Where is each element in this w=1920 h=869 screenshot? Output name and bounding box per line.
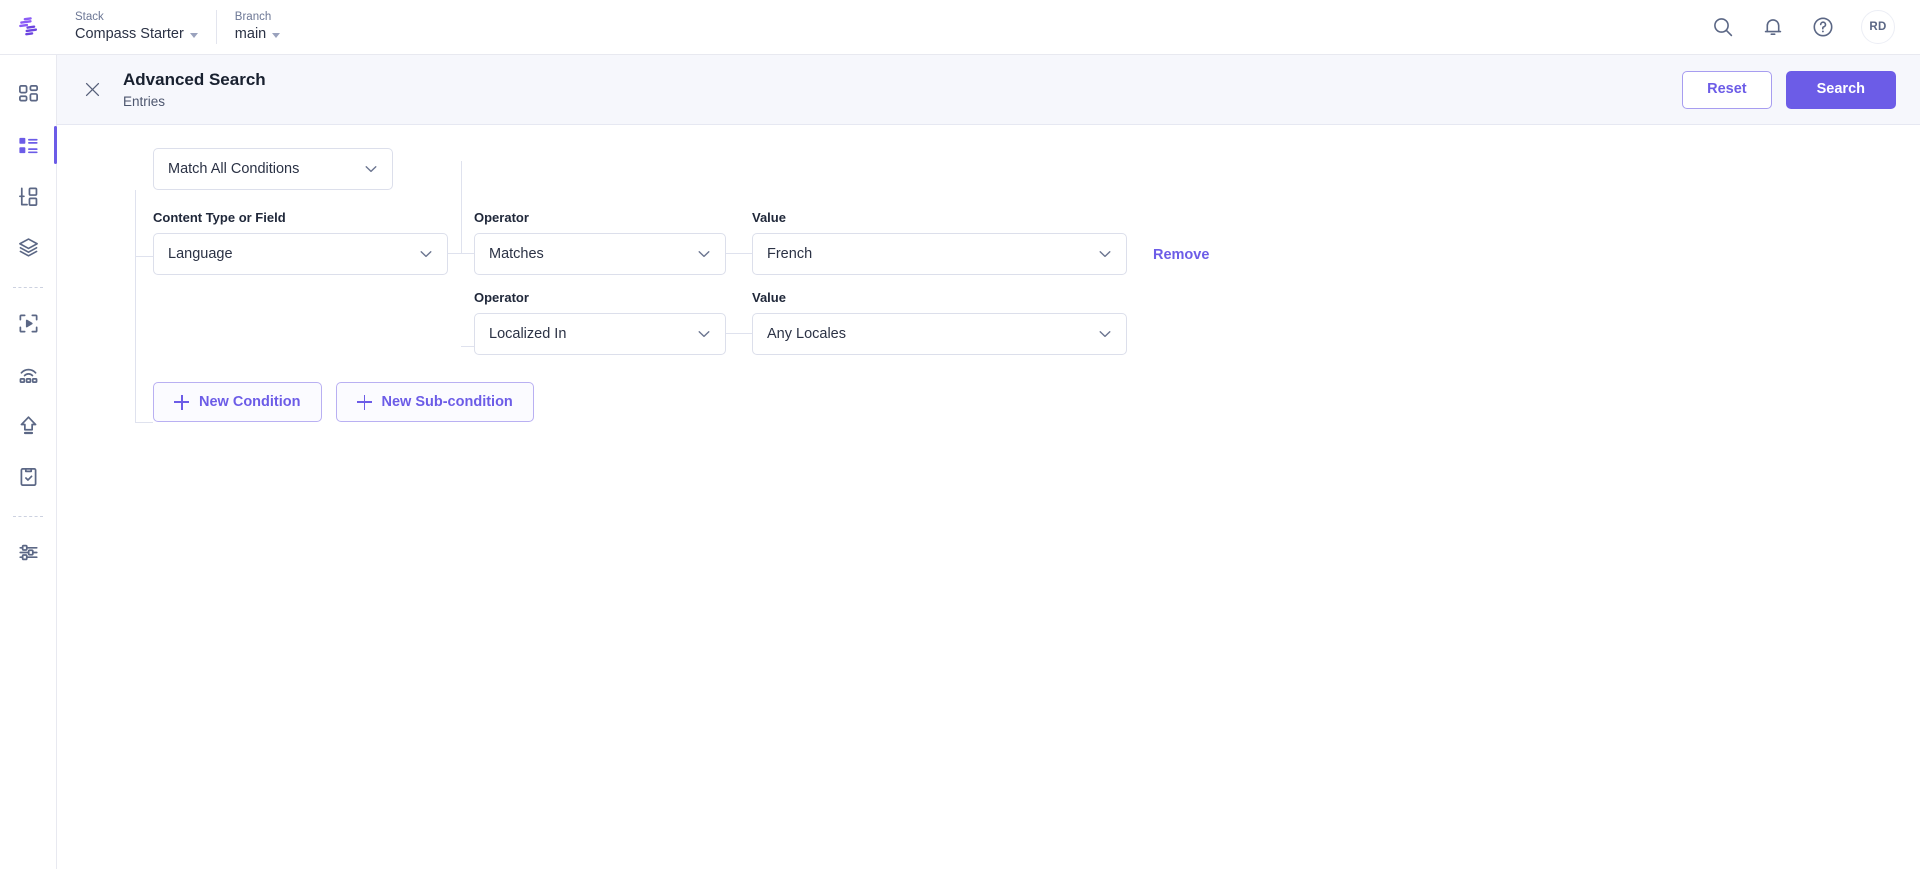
page-title: Advanced Search [123,70,266,89]
new-condition-button[interactable]: New Condition [153,382,322,422]
content-type-or-field-label: Content Type or Field [153,210,286,225]
value-2: Any Locales [767,326,846,342]
value-select-2[interactable]: Any Locales [752,313,1127,355]
layers-stack-icon [18,238,38,257]
builder-actions: New Condition New Sub-condition [153,382,1920,422]
breadcrumb-branch[interactable]: Branch main [215,10,298,44]
avatar-initials: RD [1869,21,1887,33]
remove-condition-button[interactable]: Remove [1153,247,1209,275]
tree-spine [135,190,136,422]
avatar[interactable]: RD [1861,10,1895,44]
chevron-down-icon [1099,251,1111,258]
breadcrumb-stack[interactable]: Stack Compass Starter [57,10,216,44]
content-type-or-field-value: Language [168,246,233,262]
sidebar-item-entries[interactable] [0,120,57,171]
contentstack-logo[interactable] [0,0,57,55]
operator-select-1[interactable]: Matches [474,233,726,275]
bell-icon[interactable] [1761,15,1785,39]
sidebar-item-publish-queue[interactable] [0,400,57,451]
content-type-or-field-group: Content Type or Field Language [153,210,448,275]
clipboard-check-icon [20,467,36,486]
value-group-2: Value Any Locales [752,290,1127,355]
chevron-down-icon [420,251,432,258]
operator-group-2: Operator Localized In [474,290,726,355]
new-sub-condition-button[interactable]: New Sub-condition [335,382,534,422]
operator-value-2: Localized In [489,326,567,342]
content-type-or-field-select[interactable]: Language [153,233,448,275]
operator-value-1: Matches [489,246,544,262]
new-condition-label: New Condition [199,394,301,410]
sliders-settings-icon [18,544,38,561]
header-actions: Reset Search [1682,70,1896,109]
sidebar-item-audit-log[interactable] [0,451,57,502]
conditions-wrap: Content Type or Field Language Operator [135,161,1920,423]
entries-list-icon [18,137,38,154]
new-sub-condition-label: New Sub-condition [381,394,513,410]
advanced-search-header: Advanced Search Entries Reset Search [57,55,1920,125]
search-icon[interactable] [1711,15,1735,39]
breadcrumb-branch-value: main [234,26,267,42]
top-bar-actions: RD [1711,10,1920,44]
live-preview-icon [18,314,38,333]
breadcrumb-stack-value: Compass Starter [75,26,184,42]
chevron-down-icon [365,166,377,173]
value-1: French [767,246,813,262]
help-icon[interactable] [1811,15,1835,39]
panel-titles: Advanced Search Entries [123,69,266,110]
value-label: Value [752,210,786,225]
page-subtitle: Entries [123,94,166,109]
condition-row-1: Content Type or Field Language Operator [153,161,1920,347]
value-group-1: Value French [752,210,1127,275]
operator-group-1: Operator Matches [474,210,726,275]
sidebar-item-releases[interactable] [0,349,57,400]
top-bar: Stack Compass Starter Branch main RD [0,0,1920,55]
match-mode-select[interactable]: Match All Conditions [153,148,393,190]
sidebar-item-assets[interactable] [0,222,57,273]
sidebar-item-settings[interactable] [0,527,57,578]
operator-label: Operator [474,290,529,305]
query-builder: Match All Conditions Content Type or Fie… [57,125,1920,423]
chevron-down-icon [189,33,198,38]
left-sidebar [0,55,57,869]
chevron-down-icon [698,331,710,338]
breadcrumb: Stack Compass Starter Branch main [57,0,298,55]
sidebar-item-content-types[interactable] [0,171,57,222]
value-label: Value [752,290,786,305]
dashboard-grid-icon [18,85,38,102]
content-model-icon [18,187,37,206]
operator-label: Operator [474,210,529,225]
breadcrumb-branch-label: Branch [234,11,272,23]
close-icon[interactable] [79,77,105,103]
search-button[interactable]: Search [1785,70,1896,109]
publish-upload-icon [20,416,36,435]
match-mode-value: Match All Conditions [168,161,300,177]
operator-select-2[interactable]: Localized In [474,313,726,355]
value-select-1[interactable]: French [752,233,1127,275]
plus-icon [174,394,189,410]
chevron-down-icon [698,251,710,258]
breadcrumb-stack-label: Stack [75,11,104,23]
tree-connector [135,256,153,257]
condition-row-2: Operator Localized In Value Any Locales [153,290,1920,355]
close-x-glyph [85,82,99,97]
chevron-down-icon [272,33,281,38]
plus-icon [356,394,372,410]
contentstack-logo-icon [18,17,37,36]
sidebar-divider [13,287,43,288]
tree-connector [135,422,153,423]
releases-icon [19,368,37,384]
reset-button[interactable]: Reset [1682,70,1772,109]
main-content: Advanced Search Entries Reset Search Mat… [57,55,1920,869]
sidebar-divider [13,516,43,517]
sidebar-item-live-preview[interactable] [0,298,57,349]
chevron-down-icon [1099,331,1111,338]
sidebar-item-dashboard[interactable] [0,69,57,120]
